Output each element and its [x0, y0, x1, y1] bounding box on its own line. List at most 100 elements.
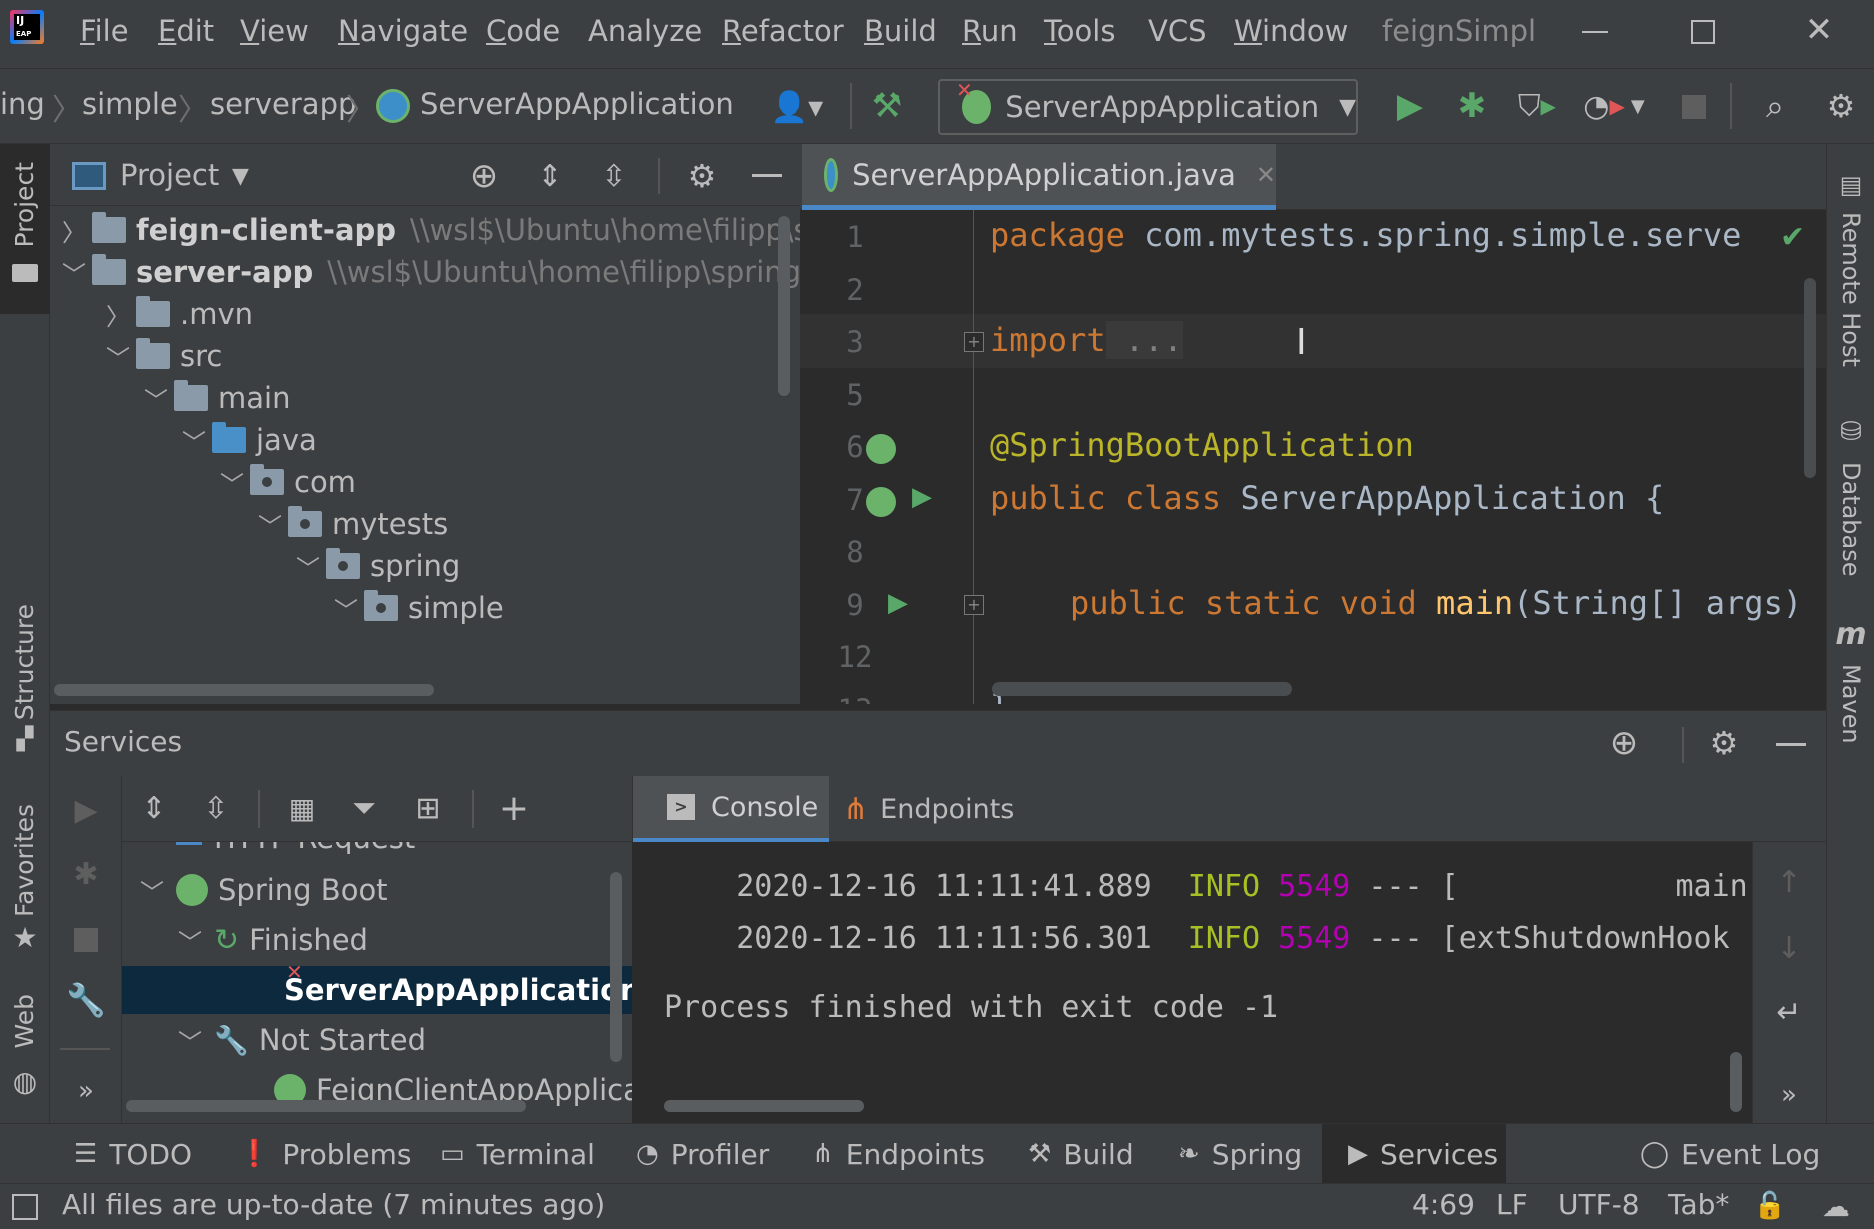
tree-node-mytests[interactable]: ﹀ mytests	[252, 500, 448, 548]
build-tool-button[interactable]: ⚒ Build	[1028, 1124, 1134, 1184]
collapse-all-icon[interactable]: ⇳	[196, 788, 236, 828]
code-editor[interactable]: 1 2 3 5 6 7 8 9 12 13 + + ▶ ▶ package co…	[800, 210, 1826, 704]
chevron-right-icon[interactable]: 〉	[100, 297, 136, 332]
scroll-up-icon[interactable]: ↑	[1769, 862, 1809, 902]
service-node-finished[interactable]: ﹀ ↻ Finished	[172, 916, 368, 964]
remote-host-tool-button[interactable]: Remote Host	[1837, 212, 1865, 367]
tree-node-simple[interactable]: ﹀ simple	[328, 584, 504, 632]
project-view-title[interactable]: Project	[120, 158, 219, 192]
run-configuration-select[interactable]: ✕ ServerAppApplication ▼	[938, 78, 1358, 135]
web-tool-button[interactable]: Web	[10, 994, 39, 1049]
menu-item-navigate[interactable]: Navigate	[338, 14, 468, 48]
spring-bean-gutter-icon[interactable]	[866, 434, 896, 464]
breadcrumb-item[interactable]: ServerAppApplication	[420, 87, 734, 121]
build-hammer-icon[interactable]: ⚒	[862, 83, 912, 129]
user-icon[interactable]: 👤▾	[762, 87, 832, 127]
expand-all-icon[interactable]: ⇕	[134, 788, 174, 828]
profile-icon[interactable]: ◔ ▶ ▼	[1574, 83, 1654, 129]
chevron-down-icon[interactable]: ﹀	[176, 423, 212, 458]
fold-icon[interactable]: +	[964, 595, 984, 615]
menu-item-view[interactable]: View	[240, 14, 309, 48]
stop-icon[interactable]	[74, 928, 98, 952]
debug-bug-icon[interactable]: ✱	[66, 854, 106, 894]
tree-node-java[interactable]: ﹀ java	[176, 416, 317, 464]
service-node-spring-boot[interactable]: ﹀ Spring Boot	[134, 866, 388, 914]
menu-item-window[interactable]: Window	[1234, 14, 1348, 48]
spring-tool-button[interactable]: ❧ Spring	[1178, 1124, 1302, 1184]
filter-icon[interactable]: ⏷	[342, 788, 386, 828]
run-icon[interactable]: ▶	[1388, 83, 1432, 129]
locate-crosshair-icon[interactable]: ⊕	[1604, 723, 1644, 763]
terminal-tool-button[interactable]: ▭ Terminal	[440, 1124, 595, 1184]
stop-icon[interactable]	[1682, 95, 1706, 119]
more-icon[interactable]: »	[1769, 1080, 1809, 1110]
chevron-down-icon[interactable]: ﹀	[138, 381, 174, 416]
menu-item-run[interactable]: Run	[962, 14, 1018, 48]
favorites-tool-button[interactable]: Favorites	[10, 804, 39, 917]
line-separator[interactable]: LF	[1496, 1188, 1528, 1221]
caret-position[interactable]: 4:69	[1412, 1188, 1475, 1221]
maximize-icon[interactable]	[1678, 10, 1728, 54]
service-node-server-app-application[interactable]: ✕ ServerAppApplication	[122, 960, 632, 1014]
soft-wrap-icon[interactable]: ↵	[1769, 992, 1809, 1032]
horizontal-scrollbar[interactable]	[54, 684, 434, 696]
problems-tool-button[interactable]: ❗ Problems	[238, 1124, 411, 1184]
chevron-down-icon[interactable]: ﹀	[172, 1023, 208, 1058]
wrench-icon[interactable]: 🔧	[66, 980, 106, 1020]
tree-node-feign-client-app[interactable]: 〉 feign-client-app \\wsl$\Ubuntu\home\fi…	[56, 206, 800, 254]
gear-icon[interactable]: ⚙	[1704, 723, 1744, 763]
todo-tool-button[interactable]: ☰ TODO	[74, 1124, 192, 1184]
event-log-tool-button[interactable]: ◯ Event Log	[1640, 1124, 1820, 1184]
status-panel-icon[interactable]	[12, 1194, 38, 1220]
scroll-down-icon[interactable]: ↓	[1769, 928, 1809, 968]
close-tab-icon[interactable]: ✕	[1256, 161, 1276, 189]
gear-icon[interactable]: ⚙	[682, 156, 722, 196]
add-service-icon[interactable]: +	[492, 786, 536, 830]
service-node-http-request[interactable]: HTTP Request	[176, 842, 415, 862]
menu-item-vcs[interactable]: VCS	[1148, 14, 1207, 48]
tab-console[interactable]: > Console	[633, 776, 829, 842]
service-node-not-started[interactable]: ﹀ 🔧 Not Started	[172, 1016, 426, 1064]
database-tool-button[interactable]: Database	[1837, 462, 1865, 577]
group-by-icon[interactable]: ▦	[280, 788, 324, 828]
menu-item-analyze[interactable]: Analyze	[588, 14, 702, 48]
structure-tool-button[interactable]: Structure	[10, 604, 39, 720]
menu-item-tools[interactable]: Tools	[1044, 14, 1115, 48]
coverage-icon[interactable]: ⛉ ▶	[1512, 83, 1562, 129]
chevron-down-icon[interactable]: ﹀	[290, 549, 326, 584]
tree-node-mvn[interactable]: 〉 .mvn	[100, 290, 253, 338]
run-gutter-icon[interactable]: ▶	[888, 588, 908, 618]
lock-icon[interactable]: 🔓	[1752, 1188, 1788, 1224]
menu-item-edit[interactable]: Edit	[158, 14, 214, 48]
breadcrumb-item[interactable]: simple	[82, 87, 178, 121]
chevron-down-icon[interactable]: ▼	[232, 164, 249, 189]
horizontal-scrollbar[interactable]	[992, 682, 1292, 696]
menu-item-file[interactable]: File	[80, 14, 129, 48]
fold-icon[interactable]: +	[964, 332, 984, 352]
breadcrumb-item[interactable]: ing	[0, 87, 45, 121]
expand-all-icon[interactable]: ⇕	[530, 156, 570, 196]
new-tab-icon[interactable]: ⊞	[406, 788, 450, 828]
tree-node-server-app[interactable]: ﹀ server-app \\wsl$\Ubuntu\home\filipp\s…	[56, 248, 800, 296]
horizontal-scrollbar[interactable]	[126, 1100, 526, 1112]
close-icon[interactable]: ✕	[1794, 8, 1844, 52]
horizontal-scrollbar[interactable]	[664, 1100, 864, 1112]
run-gutter-icon[interactable]: ▶	[912, 482, 932, 512]
tree-node-spring[interactable]: ﹀ spring	[290, 542, 460, 590]
chevron-down-icon[interactable]: ﹀	[100, 339, 136, 374]
project-tool-button[interactable]: Project	[0, 144, 50, 314]
breadcrumb-item[interactable]: serverapp	[210, 87, 356, 121]
vertical-scrollbar[interactable]	[1730, 1052, 1742, 1112]
hide-panel-icon[interactable]	[752, 174, 782, 177]
chevron-down-icon[interactable]: ﹀	[328, 591, 364, 626]
run-icon[interactable]: ▶	[66, 790, 106, 830]
console-output[interactable]: 2020-12-16 11:11:41.889 INFO 5549 --- [ …	[632, 842, 1752, 1123]
vertical-scrollbar[interactable]	[1804, 278, 1816, 478]
search-icon[interactable]: ⌕	[1752, 83, 1798, 129]
minimize-icon[interactable]	[1570, 10, 1620, 54]
indent-setting[interactable]: Tab*	[1668, 1188, 1729, 1221]
vertical-scrollbar[interactable]	[610, 872, 622, 1062]
tab-endpoints[interactable]: ⋔ Endpoints	[843, 776, 1043, 842]
spring-bean-gutter-icon[interactable]	[866, 487, 896, 517]
tree-node-com[interactable]: ﹀ com	[214, 458, 356, 506]
